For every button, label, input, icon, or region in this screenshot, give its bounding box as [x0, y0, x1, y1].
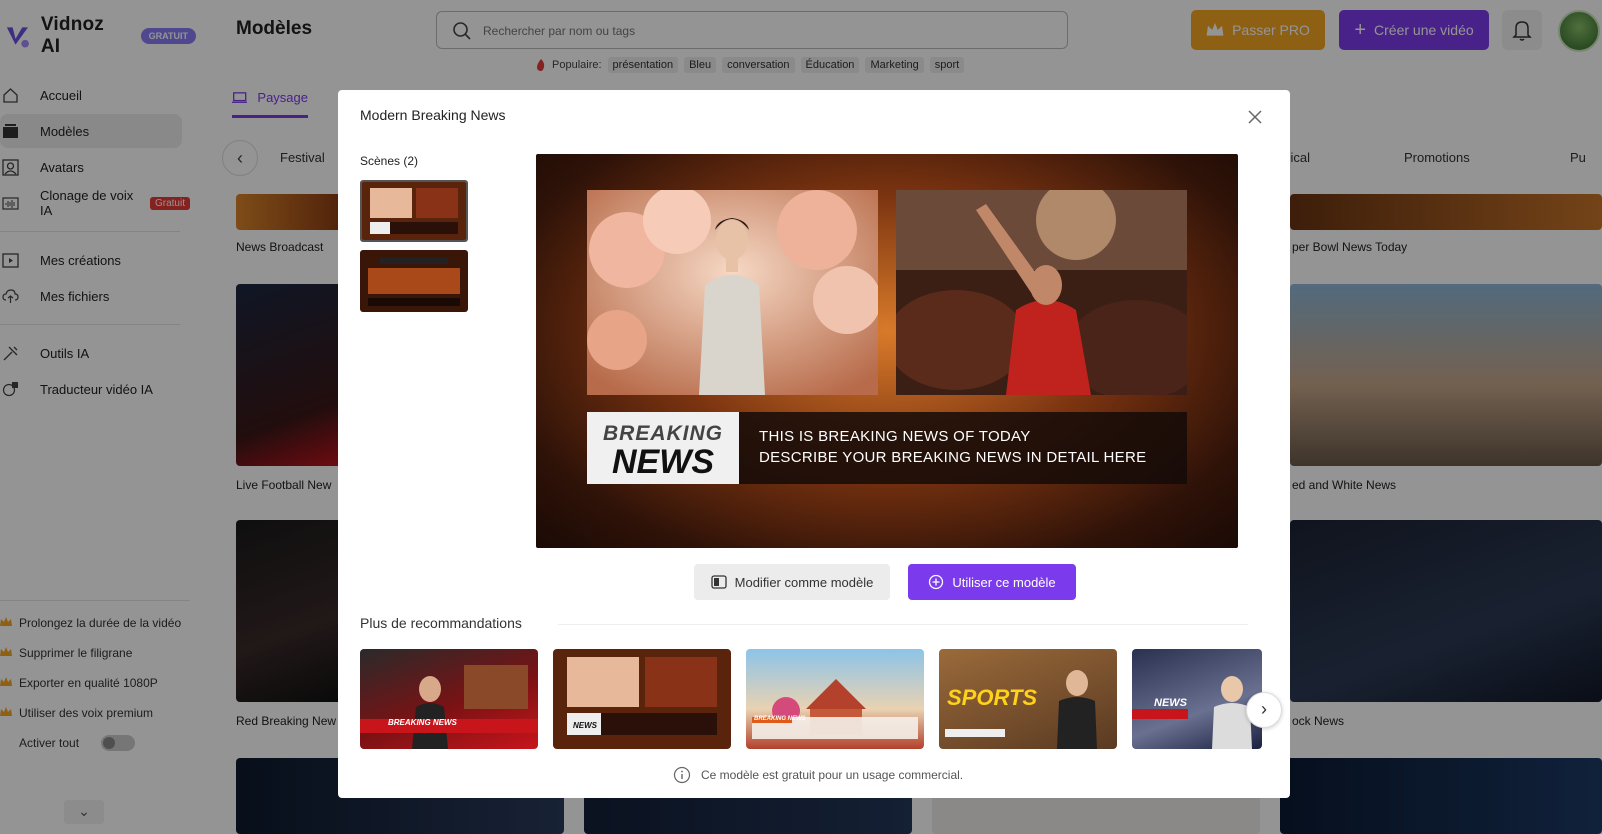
recommendation-caption: NEWS [573, 721, 597, 730]
recommendation-thumbnail [1132, 676, 1252, 749]
news-text: NEWS [612, 443, 714, 481]
modal-title: Modern Breaking News [360, 107, 506, 123]
edit-template-icon [710, 575, 727, 589]
recommendation-caption: NEWS [1154, 697, 1187, 709]
close-icon[interactable] [1246, 108, 1264, 126]
recommendation-card[interactable]: NEWS [553, 649, 731, 749]
headline-line-1: THIS IS BREAKING NEWS OF TODAY [759, 428, 1031, 445]
recommendation-card[interactable]: BREAKING NEWS [746, 649, 924, 749]
plus-circle-icon [929, 574, 944, 590]
commercial-use-note: Ce modèle est gratuit pour un usage comm… [673, 766, 963, 784]
recommendation-thumbnail [752, 679, 918, 739]
recommendation-card[interactable]: NEWS [1132, 649, 1262, 749]
template-preview[interactable]: BREAKING NEWS THIS IS BREAKING NEWS OF T… [536, 154, 1238, 548]
template-preview-modal: Modern Breaking News Scènes (2) BREAKING… [338, 90, 1290, 798]
use-template-button[interactable]: Utiliser ce modèle [908, 564, 1076, 600]
recommendation-card[interactable]: BREAKING NEWS [360, 649, 538, 749]
lower-third-bar: BREAKING NEWS THIS IS BREAKING NEWS OF T… [587, 412, 1187, 484]
scene-thumbnail-2[interactable] [360, 250, 468, 312]
preview-presenter-image [587, 190, 878, 395]
recommendations-label: Plus de recommandations [360, 615, 522, 631]
scene-thumbnail-1[interactable] [360, 180, 468, 242]
recommendation-thumbnail [360, 665, 538, 749]
recommendations-next-arrow-icon[interactable]: › [1246, 692, 1282, 728]
recommendation-caption: BREAKING NEWS [754, 716, 806, 722]
headline-line-2: DESCRIBE YOUR BREAKING NEWS IN DETAIL HE… [759, 449, 1147, 466]
edit-as-template-button[interactable]: Modifier comme modèle [694, 564, 890, 600]
scenes-label: Scènes (2) [360, 154, 419, 168]
scene-2-image [360, 250, 468, 312]
divider [558, 624, 1248, 625]
info-icon [673, 766, 691, 784]
preview-crowd-image [896, 190, 1187, 395]
recommendation-caption: BREAKING NEWS [388, 718, 457, 727]
scene-1-image [362, 182, 466, 240]
breaking-news-box: BREAKING NEWS [587, 412, 739, 484]
recommendation-thumbnail [567, 657, 717, 735]
recommendation-card[interactable]: SPORTS [939, 649, 1117, 749]
recommendation-caption: SPORTS [947, 685, 1038, 710]
